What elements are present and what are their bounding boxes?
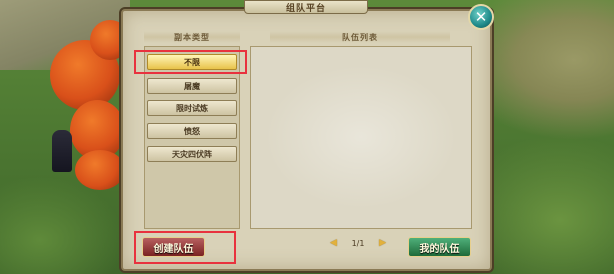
window-title: 组队平台: [244, 0, 368, 14]
my-team-button[interactable]: 我的队伍: [408, 237, 471, 257]
highlight-selected-category: [134, 50, 247, 74]
triangle-right-icon[interactable]: ▶: [379, 238, 386, 248]
category-timed-trial[interactable]: 限时试炼: [147, 100, 237, 116]
category-demon-slaying[interactable]: 屠魔: [147, 78, 237, 94]
highlight-create-team: [134, 231, 236, 264]
category-wrath[interactable]: 愤怒: [147, 123, 237, 139]
triangle-left-icon[interactable]: ◀: [330, 238, 337, 248]
team-list-panel: [250, 46, 472, 229]
autumn-tree: [75, 150, 125, 190]
close-button[interactable]: ✕: [468, 4, 494, 30]
team-list-header: 队伍列表: [270, 31, 450, 43]
close-x-icon: ✕: [474, 8, 488, 26]
dungeon-type-header: 副本类型: [144, 31, 240, 43]
pagination: ◀ 1/1 ▶: [330, 236, 386, 250]
page-indicator: 1/1: [351, 238, 365, 248]
player-character[interactable]: [52, 130, 72, 172]
category-calamity-formation[interactable]: 天灾四伏阵: [147, 146, 237, 162]
